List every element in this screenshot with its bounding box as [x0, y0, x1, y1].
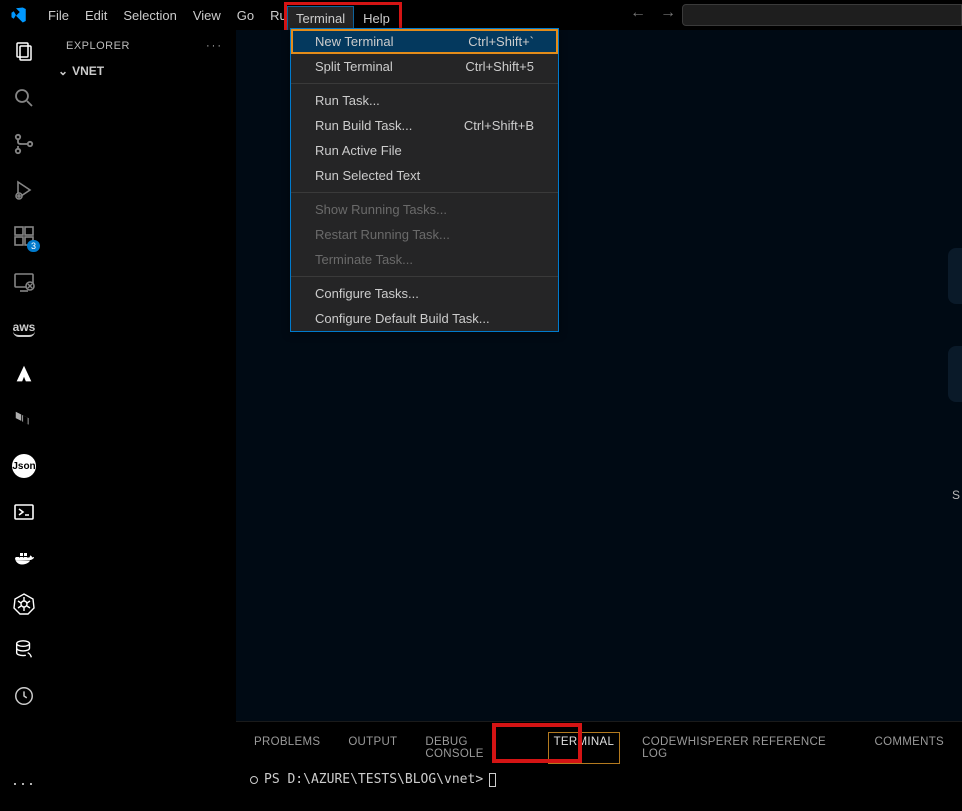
panel-tabs: PROBLEMS OUTPUT DEBUG CONSOLE TERMINAL C… — [236, 722, 962, 768]
menu-selection[interactable]: Selection — [115, 2, 184, 29]
tab-output[interactable]: OUTPUT — [348, 736, 397, 760]
menu-configure-default-label: Configure Default Build Task... — [315, 311, 490, 326]
activity-bar: 3 aws Json ··· — [0, 30, 48, 811]
menu-new-terminal[interactable]: New Terminal Ctrl+Shift+` — [291, 29, 558, 54]
explorer-icon[interactable] — [10, 38, 38, 66]
explorer-sidebar: EXPLORER ··· ⌄ VNET — [48, 30, 236, 811]
side-char: S — [952, 488, 960, 502]
tab-problems[interactable]: PROBLEMS — [254, 736, 320, 760]
explorer-header: EXPLORER ··· — [48, 30, 235, 60]
menu-restart-running-task: Restart Running Task... — [291, 222, 558, 247]
chevron-down-icon: ⌄ — [58, 64, 68, 78]
menu-bar: File Edit Selection View Go Run Terminal… — [0, 0, 962, 30]
tab-codewhisperer[interactable]: CODEWHISPERER REFERENCE LOG — [642, 736, 846, 760]
remote-explorer-icon[interactable] — [10, 268, 38, 296]
menu-file[interactable]: File — [40, 2, 77, 29]
source-control-icon[interactable] — [10, 130, 38, 158]
menu-run-active-file-label: Run Active File — [315, 143, 402, 158]
menu-run-build-task[interactable]: Run Build Task... Ctrl+Shift+B — [291, 113, 558, 138]
menu-run-active-file[interactable]: Run Active File — [291, 138, 558, 163]
explorer-title: EXPLORER — [66, 40, 130, 52]
menu-run-task-label: Run Task... — [315, 93, 380, 108]
minimap-shape — [948, 248, 962, 304]
menu-configure-tasks[interactable]: Configure Tasks... — [291, 281, 558, 306]
extensions-icon[interactable]: 3 — [10, 222, 38, 250]
explorer-more-icon[interactable]: ··· — [206, 40, 223, 52]
menu-show-running-tasks: Show Running Tasks... — [291, 197, 558, 222]
aws-icon[interactable]: aws — [10, 314, 38, 342]
menu-split-terminal-shortcut: Ctrl+Shift+5 — [465, 59, 534, 74]
terminal-line[interactable]: PS D:\AZURE\TESTS\BLOG\vnet> — [236, 768, 962, 791]
menu-configure-tasks-label: Configure Tasks... — [315, 286, 419, 301]
menu-configure-default-build-task[interactable]: Configure Default Build Task... — [291, 306, 558, 331]
kubernetes-icon[interactable] — [10, 590, 38, 618]
terminal-dropdown: New Terminal Ctrl+Shift+` Split Terminal… — [290, 28, 559, 332]
menu-run-selected-text-label: Run Selected Text — [315, 168, 420, 183]
menu-separator — [291, 276, 558, 277]
json-icon[interactable]: Json — [10, 452, 38, 480]
menu-view[interactable]: View — [185, 2, 229, 29]
menu-terminate-task: Terminate Task... — [291, 247, 558, 272]
menu-split-terminal-label: Split Terminal — [315, 59, 393, 74]
tab-debug-console[interactable]: DEBUG CONSOLE — [425, 736, 525, 760]
database-icon[interactable] — [10, 636, 38, 664]
terraform-icon[interactable] — [10, 406, 38, 434]
menu-separator — [291, 83, 558, 84]
extensions-badge: 3 — [27, 240, 40, 252]
docker-icon[interactable] — [10, 544, 38, 572]
menu-run-build-task-label: Run Build Task... — [315, 118, 412, 133]
run-debug-icon[interactable] — [10, 176, 38, 204]
tab-comments[interactable]: COMMENTS — [875, 736, 944, 760]
bottom-panel: PROBLEMS OUTPUT DEBUG CONSOLE TERMINAL C… — [236, 721, 962, 811]
json-label: Json — [12, 454, 36, 478]
nav-arrows: ← → — [630, 4, 676, 22]
menu-go[interactable]: Go — [229, 2, 262, 29]
menu-edit[interactable]: Edit — [77, 2, 115, 29]
menu-run-selected-text[interactable]: Run Selected Text — [291, 163, 558, 188]
overflow-icon[interactable]: ··· — [10, 769, 38, 797]
menu-split-terminal[interactable]: Split Terminal Ctrl+Shift+5 — [291, 54, 558, 79]
terminal-cursor — [489, 773, 496, 787]
menu-items: File Edit Selection View Go Run — [40, 2, 302, 29]
aws-label: aws — [13, 320, 36, 337]
vscode-logo-icon — [8, 4, 30, 26]
menu-run-task[interactable]: Run Task... — [291, 88, 558, 113]
activity-generic-icon[interactable] — [10, 682, 38, 710]
menu-run-build-task-shortcut: Ctrl+Shift+B — [464, 118, 534, 133]
atlassian-icon[interactable] — [10, 360, 38, 388]
terminal-status-icon — [250, 776, 258, 784]
menu-restart-running-label: Restart Running Task... — [315, 227, 450, 242]
menu-separator — [291, 192, 558, 193]
menu-new-terminal-label: New Terminal — [315, 34, 394, 49]
search-icon[interactable] — [10, 84, 38, 112]
powershell-icon[interactable] — [10, 498, 38, 526]
tab-terminal[interactable]: TERMINAL — [554, 736, 615, 760]
folder-root[interactable]: ⌄ VNET — [48, 60, 235, 82]
menu-terminate-task-label: Terminate Task... — [315, 252, 413, 267]
menu-show-running-label: Show Running Tasks... — [315, 202, 447, 217]
folder-root-label: VNET — [72, 64, 104, 78]
command-center-search[interactable] — [682, 4, 962, 26]
nav-forward-icon[interactable]: → — [660, 4, 676, 22]
terminal-prompt: PS D:\AZURE\TESTS\BLOG\vnet> — [264, 772, 483, 787]
menu-new-terminal-shortcut: Ctrl+Shift+` — [468, 34, 534, 49]
nav-back-icon[interactable]: ← — [630, 4, 646, 22]
minimap-shape — [948, 346, 962, 402]
